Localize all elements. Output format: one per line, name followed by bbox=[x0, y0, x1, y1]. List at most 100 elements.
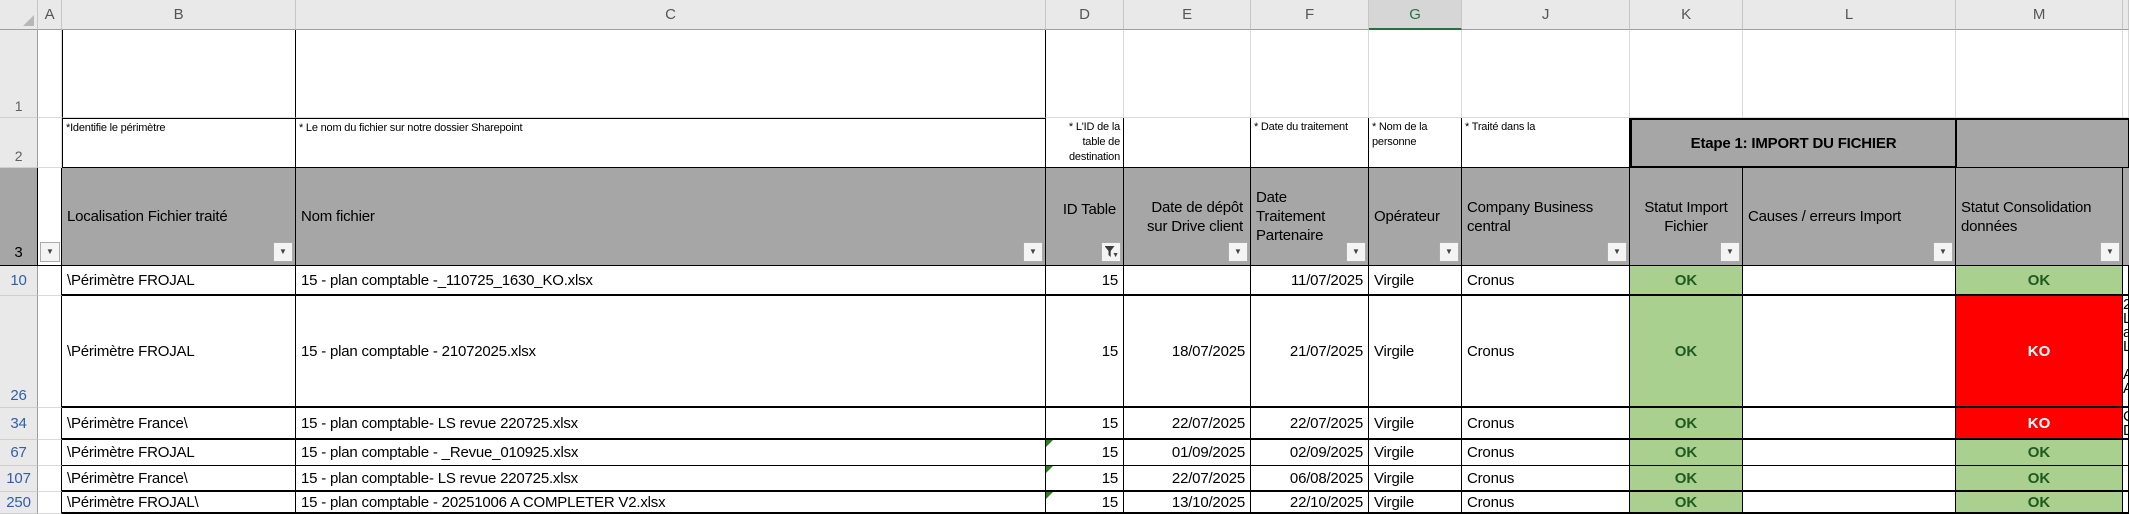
select-all-corner[interactable] bbox=[0, 0, 38, 30]
cell-operateur[interactable]: Virgile bbox=[1369, 492, 1462, 514]
filter-dropdown-A[interactable]: ▼ bbox=[40, 242, 60, 262]
row-number-67[interactable]: 67 bbox=[0, 440, 38, 466]
cell-C1[interactable] bbox=[296, 30, 1046, 118]
row-number-2[interactable]: 2 bbox=[0, 118, 38, 168]
row-number-1[interactable]: 1 bbox=[0, 30, 38, 118]
filter-dropdown-company[interactable]: ▼ bbox=[1607, 242, 1627, 262]
column-header-B[interactable]: B bbox=[62, 0, 296, 30]
header-cell-A[interactable]: ▼ bbox=[38, 168, 62, 266]
cell-id-table[interactable]: 15 bbox=[1046, 408, 1124, 440]
header-cell-nom-fichier[interactable]: Nom fichier ▼ bbox=[296, 168, 1046, 266]
annotation-nom-fichier[interactable]: * Le nom du fichier sur notre dossier Sh… bbox=[296, 118, 1046, 168]
row-number-26[interactable]: 26 bbox=[0, 296, 38, 408]
column-header-K[interactable]: K bbox=[1630, 0, 1743, 30]
column-header-J[interactable]: J bbox=[1462, 0, 1630, 30]
cell-operateur[interactable]: Virgile bbox=[1369, 266, 1462, 296]
cell-operateur[interactable]: Virgile bbox=[1369, 440, 1462, 466]
cell-statut-conso[interactable]: OK bbox=[1956, 266, 2123, 296]
filter-dropdown-date-traitement[interactable]: ▼ bbox=[1346, 242, 1366, 262]
row-number-10[interactable]: 10 bbox=[0, 266, 38, 296]
cell-E2[interactable] bbox=[1124, 118, 1251, 168]
cell-statut-import[interactable]: OK bbox=[1630, 466, 1743, 492]
cell-location[interactable]: \Périmètre FROJAL bbox=[62, 296, 296, 408]
cell-G1[interactable] bbox=[1369, 30, 1462, 118]
cell-statut-import[interactable]: OK bbox=[1630, 492, 1743, 514]
cell-causes-import[interactable] bbox=[1743, 296, 1956, 408]
cell-date-depot[interactable]: 18/07/2025 bbox=[1124, 296, 1251, 408]
cell-date-traitement[interactable]: 11/07/2025 bbox=[1251, 266, 1369, 296]
column-header-C[interactable]: C bbox=[296, 0, 1046, 30]
header-cell-id-table[interactable]: ID Table ▼ bbox=[1046, 168, 1124, 266]
filter-dropdown-statut-conso[interactable]: ▼ bbox=[2100, 242, 2120, 262]
cell-filename[interactable]: 15 - plan comptable -_110725_1630_KO.xls… bbox=[296, 266, 1046, 296]
cell-statut-conso[interactable]: KO bbox=[1956, 408, 2123, 440]
cell-L1[interactable] bbox=[1743, 30, 1956, 118]
cell-id-table[interactable]: 15 bbox=[1046, 440, 1124, 466]
cell-D1[interactable] bbox=[1046, 30, 1124, 118]
header-cell-operateur[interactable]: Opérateur ▼ bbox=[1369, 168, 1462, 266]
cell-company[interactable]: Cronus bbox=[1462, 466, 1630, 492]
header-cell-localisation[interactable]: Localisation Fichier traité ▼ bbox=[62, 168, 296, 266]
column-header-G-selected[interactable]: G bbox=[1369, 0, 1462, 30]
cell-location[interactable]: \Périmètre FROJAL bbox=[62, 266, 296, 296]
cell-filename[interactable]: 15 - plan comptable- LS revue 220725.xls… bbox=[296, 466, 1046, 492]
cell-statut-import[interactable]: OK bbox=[1630, 266, 1743, 296]
cell-date-traitement[interactable]: 22/07/2025 bbox=[1251, 408, 1369, 440]
cell-statut-import[interactable]: OK bbox=[1630, 408, 1743, 440]
header-cell-statut-conso[interactable]: Statut Consolidation données ▼ bbox=[1956, 168, 2123, 266]
cell-id-table[interactable]: 15 bbox=[1046, 296, 1124, 408]
cell-operateur[interactable]: Virgile bbox=[1369, 296, 1462, 408]
annotation-id-table[interactable]: * L'ID de la table de destination bbox=[1046, 118, 1124, 168]
cell-causes-import[interactable] bbox=[1743, 408, 1956, 440]
cell-A[interactable] bbox=[38, 466, 62, 492]
column-header-M[interactable]: M bbox=[1956, 0, 2123, 30]
cell-F1[interactable] bbox=[1251, 30, 1369, 118]
filter-dropdown-nom-fichier[interactable]: ▼ bbox=[1023, 242, 1043, 262]
cell-id-table[interactable]: 15 bbox=[1046, 492, 1124, 514]
cell-M1[interactable] bbox=[1956, 30, 2123, 118]
header-cell-date-traitement[interactable]: Date Traitement Partenaire ▼ bbox=[1251, 168, 1369, 266]
row-number-3[interactable]: 3 bbox=[0, 168, 38, 266]
cell-filename[interactable]: 15 - plan comptable - _Revue_010925.xlsx bbox=[296, 440, 1046, 466]
annotation-date-traitement[interactable]: * Date du traitement bbox=[1251, 118, 1369, 168]
cell-operateur[interactable]: Virgile bbox=[1369, 408, 1462, 440]
column-header-F[interactable]: F bbox=[1251, 0, 1369, 30]
annotation-traite-dans[interactable]: * Traité dans la bbox=[1462, 118, 1630, 168]
column-header-L[interactable]: L bbox=[1743, 0, 1956, 30]
cell-A2[interactable] bbox=[38, 118, 62, 168]
cell-date-traitement[interactable]: 02/09/2025 bbox=[1251, 440, 1369, 466]
cell-statut-conso[interactable]: KO bbox=[1956, 296, 2123, 408]
cell-A[interactable] bbox=[38, 492, 62, 514]
cell-company[interactable]: Cronus bbox=[1462, 440, 1630, 466]
cell-filename[interactable]: 15 - plan comptable - 21072025.xlsx bbox=[296, 296, 1046, 408]
cell-date-depot[interactable]: 01/09/2025 bbox=[1124, 440, 1251, 466]
cell-company[interactable]: Cronus bbox=[1462, 266, 1630, 296]
cell-date-depot[interactable]: 13/10/2025 bbox=[1124, 492, 1251, 514]
cell-location[interactable]: \Périmètre FROJAL\ bbox=[62, 492, 296, 514]
cell-statut-conso[interactable]: OK bbox=[1956, 492, 2123, 514]
filter-dropdown-date-depot[interactable]: ▼ bbox=[1228, 242, 1248, 262]
filter-dropdown-localisation[interactable]: ▼ bbox=[273, 242, 293, 262]
cell-K1[interactable] bbox=[1630, 30, 1743, 118]
cell-causes-import[interactable] bbox=[1743, 492, 1956, 514]
cell-id-table[interactable]: 15 bbox=[1046, 466, 1124, 492]
column-header-A[interactable]: A bbox=[38, 0, 62, 30]
annotation-nom-personne[interactable]: * Nom de la personne bbox=[1369, 118, 1462, 168]
cell-causes-import[interactable] bbox=[1743, 266, 1956, 296]
filter-dropdown-causes-import[interactable]: ▼ bbox=[1933, 242, 1953, 262]
cell-date-depot[interactable]: 22/07/2025 bbox=[1124, 466, 1251, 492]
etape2-banner-partial[interactable] bbox=[1956, 118, 2129, 168]
cell-A[interactable] bbox=[38, 408, 62, 440]
cell-B1[interactable] bbox=[62, 30, 296, 118]
cell-date-depot[interactable]: 22/07/2025 bbox=[1124, 408, 1251, 440]
cell-company[interactable]: Cronus bbox=[1462, 492, 1630, 514]
cell-statut-conso[interactable]: OK bbox=[1956, 466, 2123, 492]
cell-date-traitement[interactable]: 22/10/2025 bbox=[1251, 492, 1369, 514]
column-header-E[interactable]: E bbox=[1124, 0, 1251, 30]
cell-A[interactable] bbox=[38, 440, 62, 466]
cell-filename[interactable]: 15 - plan comptable- LS revue 220725.xls… bbox=[296, 408, 1046, 440]
cell-causes-import[interactable] bbox=[1743, 440, 1956, 466]
cell-filename[interactable]: 15 - plan comptable - 20251006 A COMPLET… bbox=[296, 492, 1046, 514]
cell-A[interactable] bbox=[38, 266, 62, 296]
cell-company[interactable]: Cronus bbox=[1462, 296, 1630, 408]
